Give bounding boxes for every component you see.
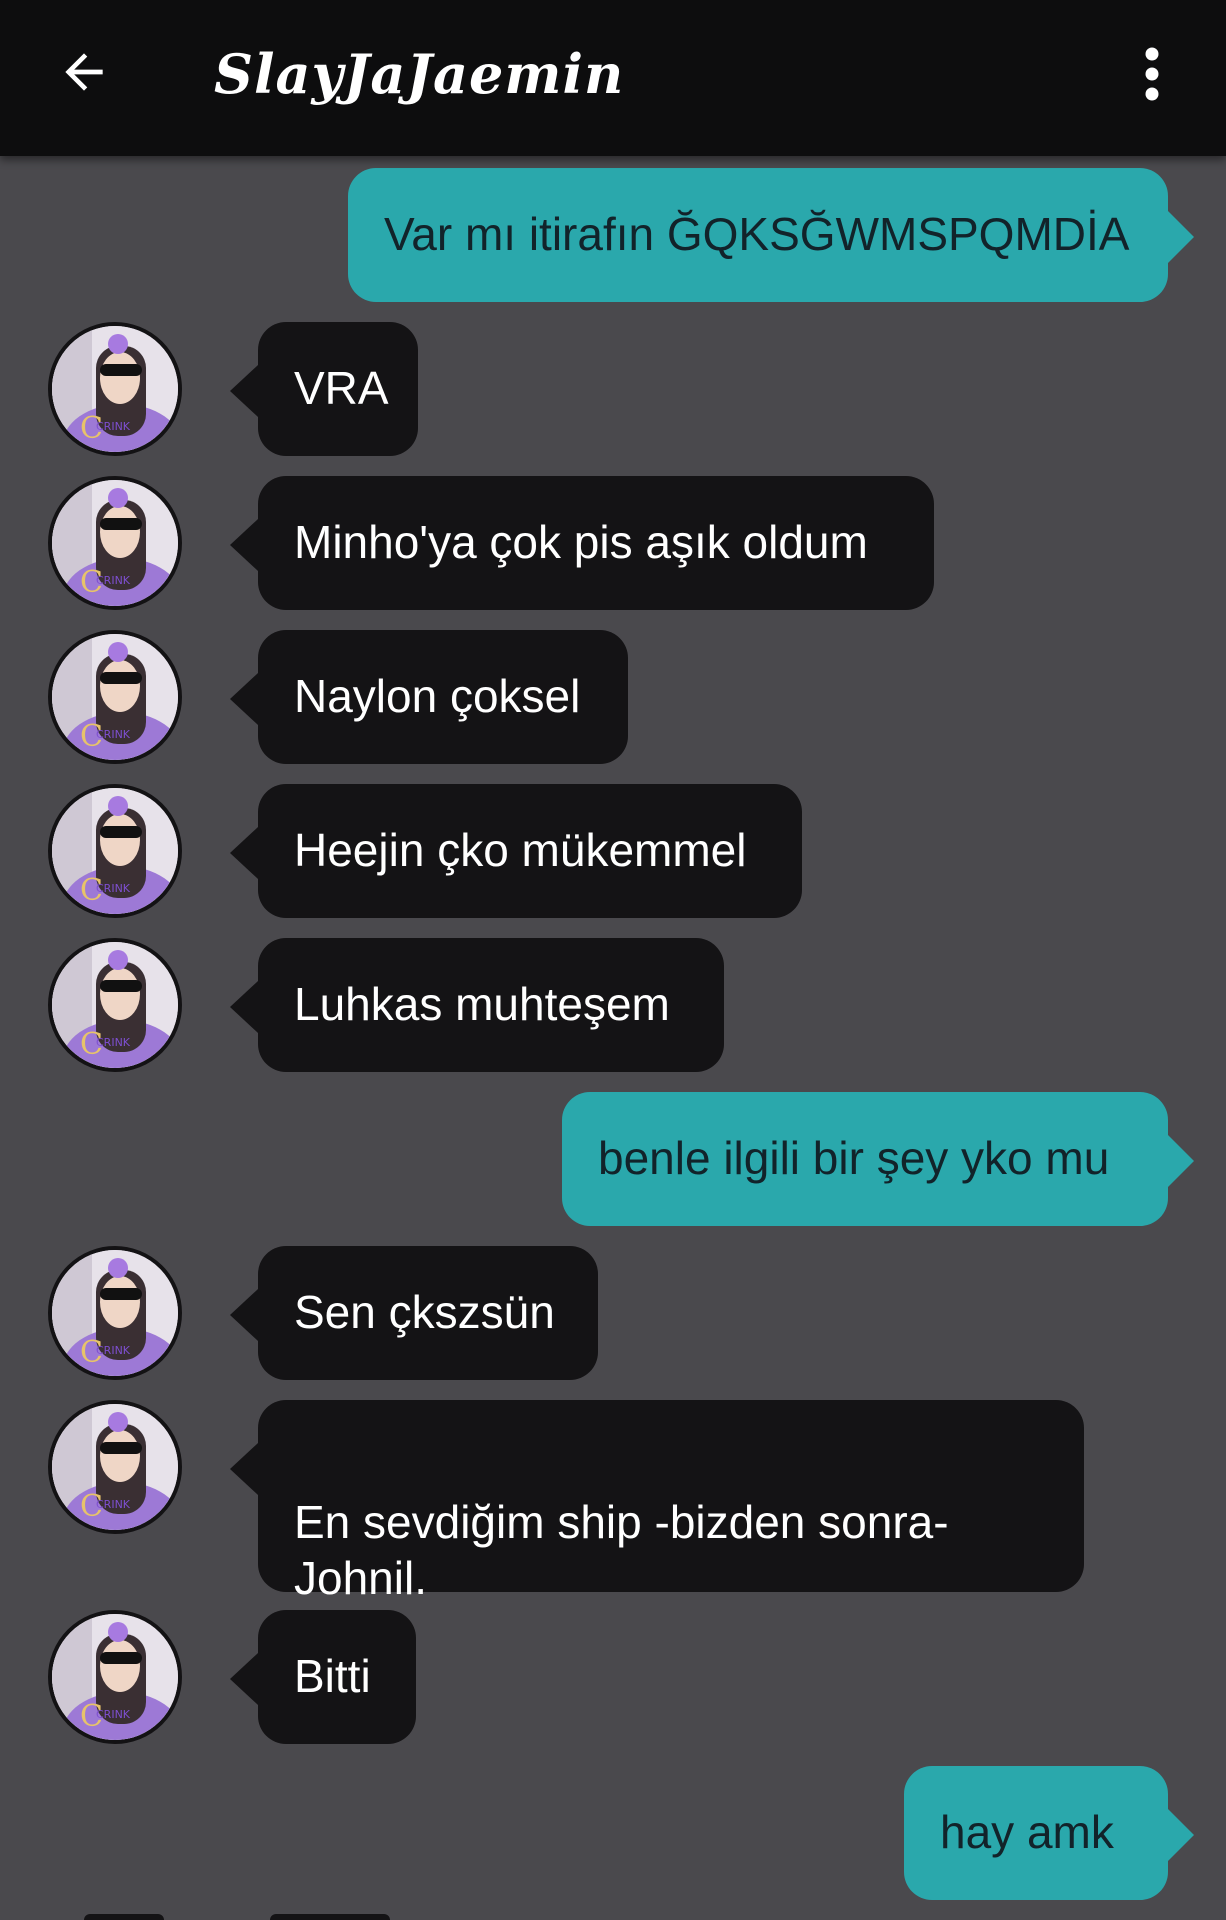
bubble-tail [230,365,258,417]
chat-title: SlayJaJaemin [214,42,625,106]
bubble-tail [230,981,258,1033]
message-text: Bitti [294,1650,371,1702]
message-bubble-outgoing[interactable]: hay amk [904,1766,1168,1900]
message-text: VRA [294,362,389,414]
message-bubble-partial [270,1914,390,1920]
message-bubble-incoming[interactable]: VRA [258,322,418,456]
svg-text:CRINK: CRINK [96,1708,131,1721]
message-bubble-incoming[interactable]: Bitti [258,1610,416,1744]
bubble-tail [230,673,258,725]
avatar[interactable]: C CRINK [48,1246,182,1380]
message-text: hay amk [940,1806,1114,1858]
bubble-tail [230,1443,258,1495]
back-button[interactable] [40,28,128,116]
message-bubble-incoming[interactable]: Sen çkszsün [258,1246,598,1380]
avatar[interactable]: C CRINK [48,784,182,918]
svg-text:CRINK: CRINK [96,728,131,741]
bubble-tail [1168,211,1194,263]
avatar[interactable]: C CRINK [48,322,182,456]
message-bubble-incoming[interactable]: Naylon çoksel [258,630,628,764]
avatar[interactable]: C CRINK [48,938,182,1072]
message-text: Sen çkszsün [294,1286,555,1338]
svg-text:CRINK: CRINK [96,1498,131,1511]
svg-text:CRINK: CRINK [96,574,131,587]
bubble-tail [1168,1809,1194,1861]
avatar[interactable]: C CRINK [48,630,182,764]
svg-text:CRINK: CRINK [96,1344,131,1357]
top-app-bar: SlayJaJaemin [0,0,1226,156]
message-text: Var mı itirafın ĞQKSĞWMSPQMDİA [384,208,1130,260]
message-text: Minho'ya çok pis aşık oldum [294,516,868,568]
svg-text:CRINK: CRINK [96,882,131,895]
avatar[interactable]: C CRINK [48,1400,182,1534]
svg-text:CRINK: CRINK [96,420,131,433]
avatar[interactable]: C CRINK [48,476,182,610]
message-bubble-outgoing[interactable]: Var mı itirafın ĞQKSĞWMSPQMDİA [348,168,1168,302]
bubble-tail [230,827,258,879]
message-text: Luhkas muhteşem [294,978,670,1030]
avatar[interactable]: C CRINK [48,1610,182,1744]
message-text: Naylon çoksel [294,670,581,722]
arrow-left-icon [65,53,103,91]
message-text: En sevdiğim ship -bizden sonra- Johnil. [294,1496,949,1604]
message-text: benle ilgili bir şey yko mu [598,1132,1110,1184]
bubble-tail [230,1289,258,1341]
message-bubble-incoming[interactable]: Luhkas muhteşem [258,938,724,1072]
message-bubble-outgoing[interactable]: benle ilgili bir şey yko mu [562,1092,1168,1226]
bubble-tail [230,519,258,571]
vertical-dots-icon [1145,47,1159,101]
message-bubble-incoming[interactable]: Heejin çko mükemmel [258,784,802,918]
message-text: Heejin çko mükemmel [294,824,747,876]
message-bubble-incoming[interactable]: Minho'ya çok pis aşık oldum [258,476,934,610]
avatar-partial [84,1914,164,1920]
bubble-tail [230,1653,258,1705]
overflow-menu-button[interactable] [1110,30,1194,118]
bubble-tail [1168,1135,1194,1187]
message-bubble-incoming[interactable]: En sevdiğim ship -bizden sonra- Johnil. [258,1400,1084,1604]
svg-text:CRINK: CRINK [96,1036,131,1049]
